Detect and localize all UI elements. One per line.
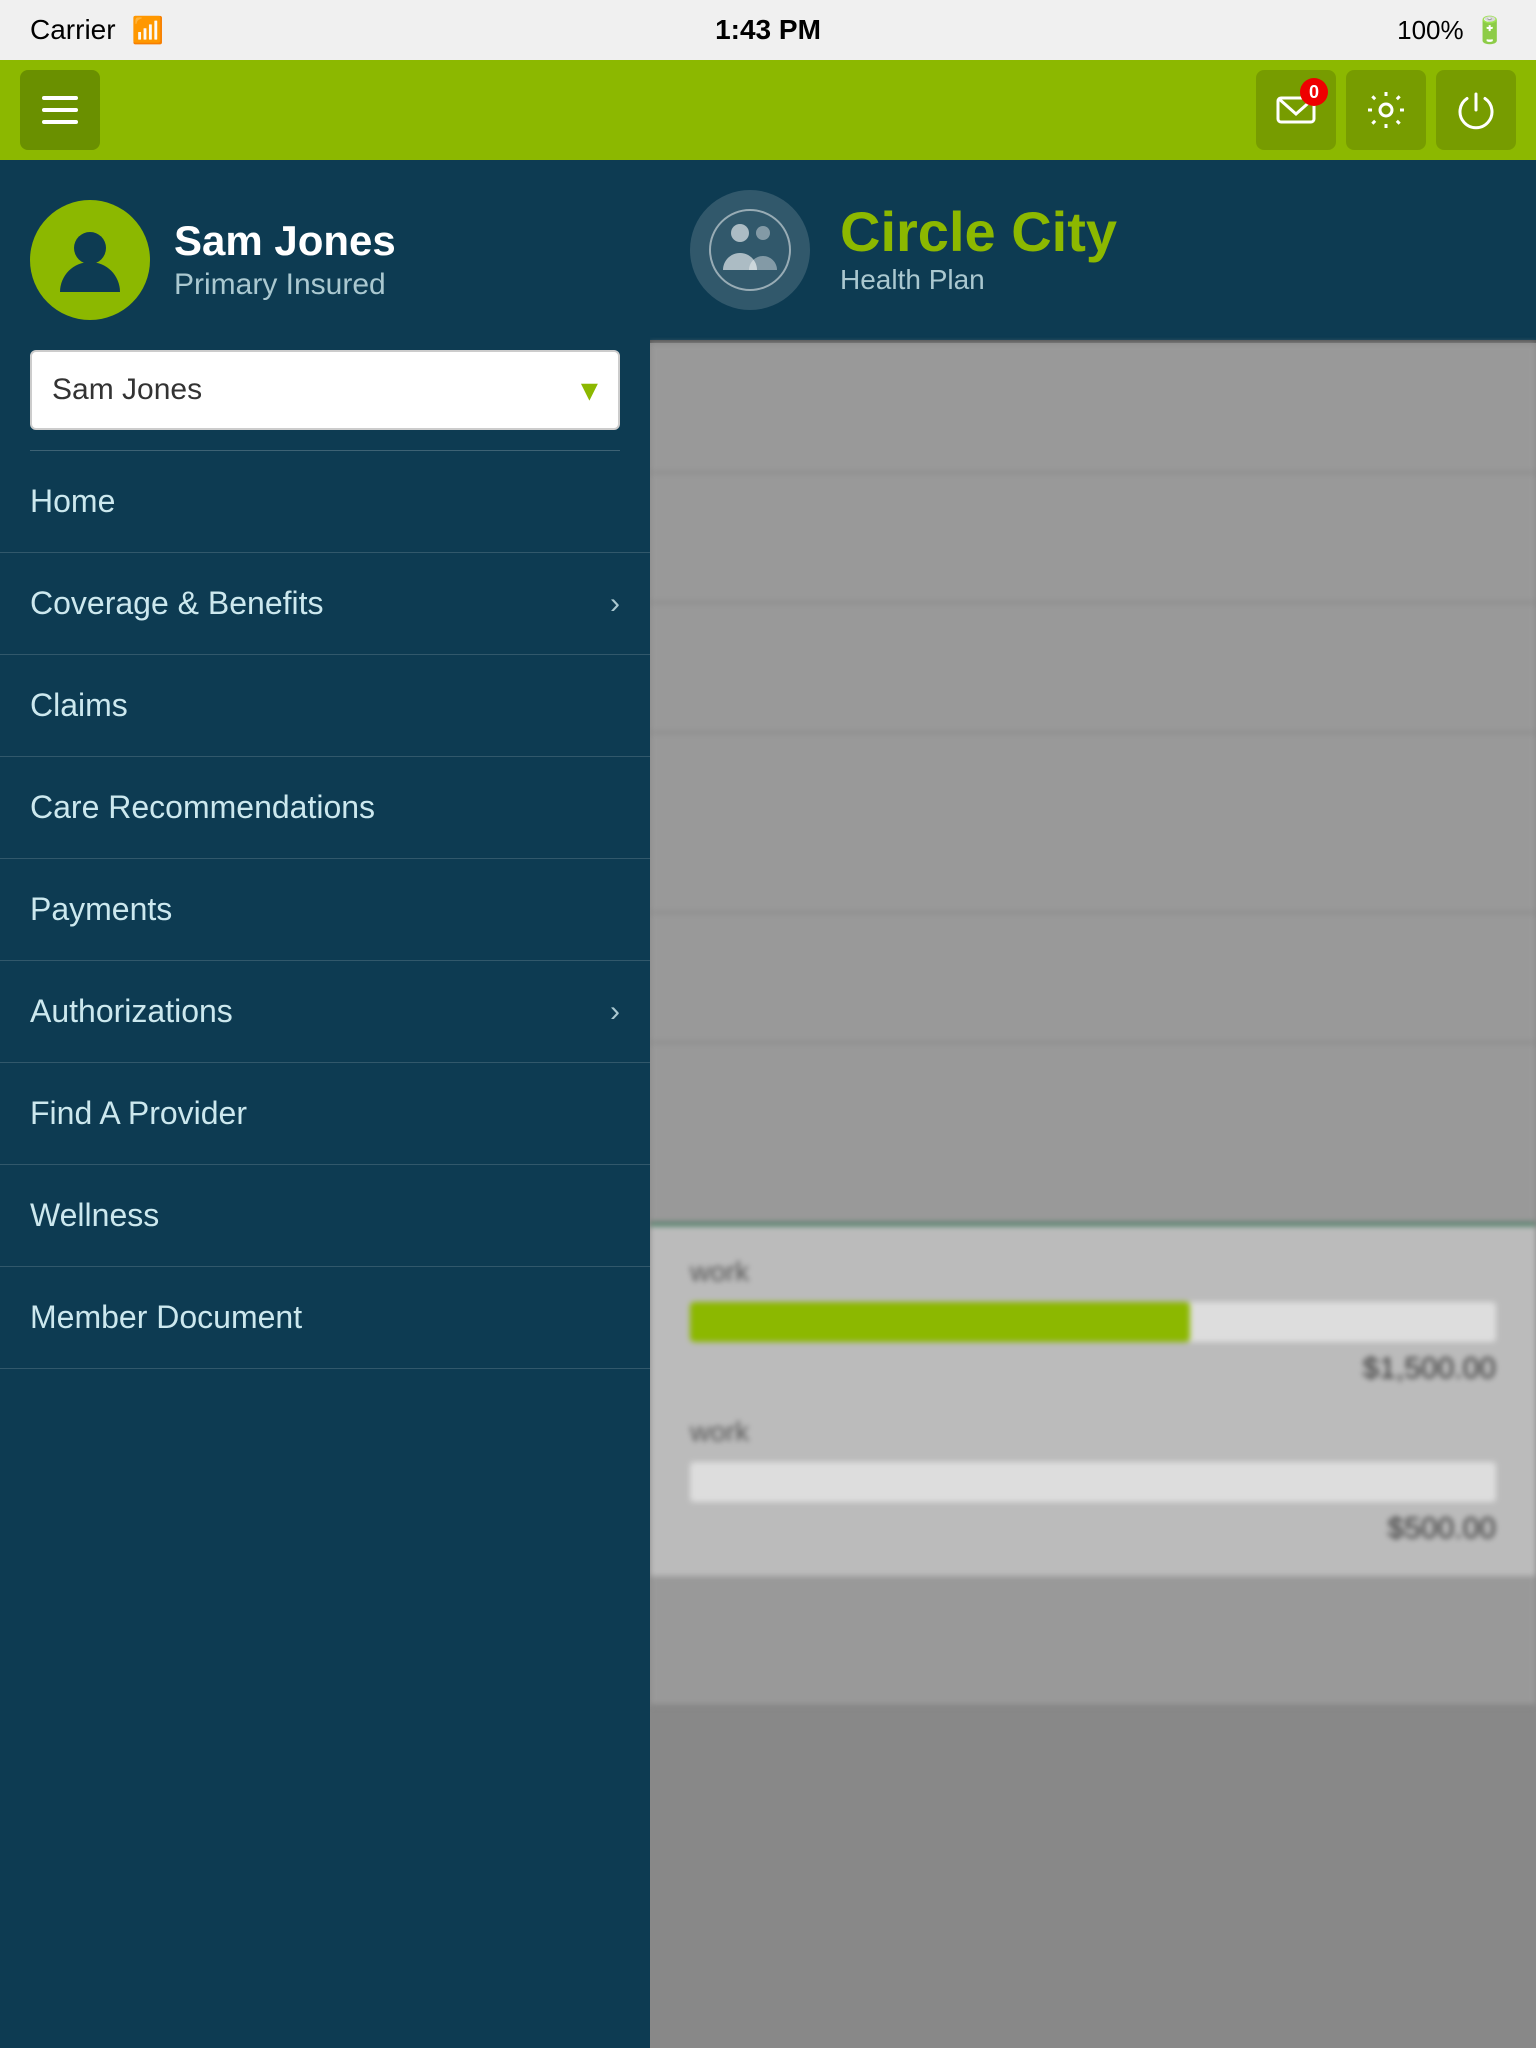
content-row-6 [650,1043,1536,1223]
nav-care-label: Care Recommendations [30,789,375,826]
avatar [30,200,150,320]
top-bar-actions: 0 [1256,70,1516,150]
content-row-4 [650,733,1536,913]
sidebar-item-home[interactable]: Home [0,451,650,553]
status-right: 100% 🔋 [1397,15,1506,46]
chevron-down-icon: ▾ [581,370,598,410]
user-name: Sam Jones [174,218,396,264]
sidebar: Sam Jones Primary Insured Sam Jones ▾ Ho… [0,160,650,2048]
nav-coverage-label: Coverage & Benefits [30,585,324,622]
power-button[interactable] [1436,70,1516,150]
status-time: 1:43 PM [715,14,821,46]
content-row-2 [650,473,1536,603]
user-info: Sam Jones Primary Insured [174,218,396,302]
sidebar-item-coverage[interactable]: Coverage & Benefits › [0,553,650,655]
brand-logo-icon [705,205,795,295]
content-row-1 [650,343,1536,473]
member-select[interactable]: Sam Jones ▾ [30,350,620,430]
gear-icon [1364,88,1408,132]
battery-icon: 🔋 [1474,15,1506,46]
brand-logo [690,190,810,310]
content-row-7 [650,1576,1536,1706]
nav-menu: Home Coverage & Benefits › Claims Care R… [0,451,650,1369]
member-select-value: Sam Jones [52,373,202,407]
nav-provider-label: Find A Provider [30,1095,247,1132]
wifi-icon: 📶 [132,15,164,46]
content-row-3 [650,603,1536,733]
status-bar: Carrier 📶 1:43 PM 100% 🔋 [0,0,1536,60]
power-icon [1454,88,1498,132]
settings-button[interactable] [1346,70,1426,150]
sidebar-item-wellness[interactable]: Wellness [0,1165,650,1267]
hamburger-icon [42,96,78,124]
nav-wellness-label: Wellness [30,1197,159,1234]
hamburger-button[interactable] [20,70,100,150]
progress-amount-2: $500.00 [690,1512,1496,1546]
notification-badge: 0 [1300,78,1328,106]
user-profile: Sam Jones Primary Insured [0,160,650,350]
top-bar: 0 [0,60,1536,160]
blurred-content: work $1,500.00 work $500.00 [650,343,1536,1706]
mail-button[interactable]: 0 [1256,70,1336,150]
sidebar-item-claims[interactable]: Claims [0,655,650,757]
sidebar-item-member-document[interactable]: Member Document [0,1267,650,1369]
brand-header: Circle City Health Plan [650,160,1536,340]
progress-label-2: work [690,1416,1496,1448]
progress-label-1: work [690,1256,1496,1288]
progress-amount-1: $1,500.00 [690,1352,1496,1386]
user-role: Primary Insured [174,268,396,302]
sidebar-item-authorizations[interactable]: Authorizations › [0,961,650,1063]
sidebar-item-find-provider[interactable]: Find A Provider [0,1063,650,1165]
brand-name: Circle City [840,204,1117,260]
sidebar-item-care[interactable]: Care Recommendations [0,757,650,859]
member-select-wrapper: Sam Jones ▾ [0,350,650,450]
person-icon [50,220,130,300]
sidebar-item-payments[interactable]: Payments [0,859,650,961]
battery-label: 100% [1397,15,1464,46]
chevron-right-authorizations-icon: › [610,995,620,1029]
nav-home-label: Home [30,483,115,520]
content-row-5 [650,913,1536,1043]
brand-text: Circle City Health Plan [840,204,1117,296]
brand-subtitle: Health Plan [840,264,1117,296]
chevron-right-icon: › [610,587,620,621]
nav-authorizations-label: Authorizations [30,993,233,1030]
main-layout: Sam Jones Primary Insured Sam Jones ▾ Ho… [0,160,1536,2048]
nav-member-doc-label: Member Document [30,1299,302,1336]
status-left: Carrier 📶 [30,14,164,46]
nav-claims-label: Claims [30,687,128,724]
nav-payments-label: Payments [30,891,172,928]
main-content: Circle City Health Plan work $1,500.00 [650,160,1536,2048]
carrier-label: Carrier [30,14,116,46]
